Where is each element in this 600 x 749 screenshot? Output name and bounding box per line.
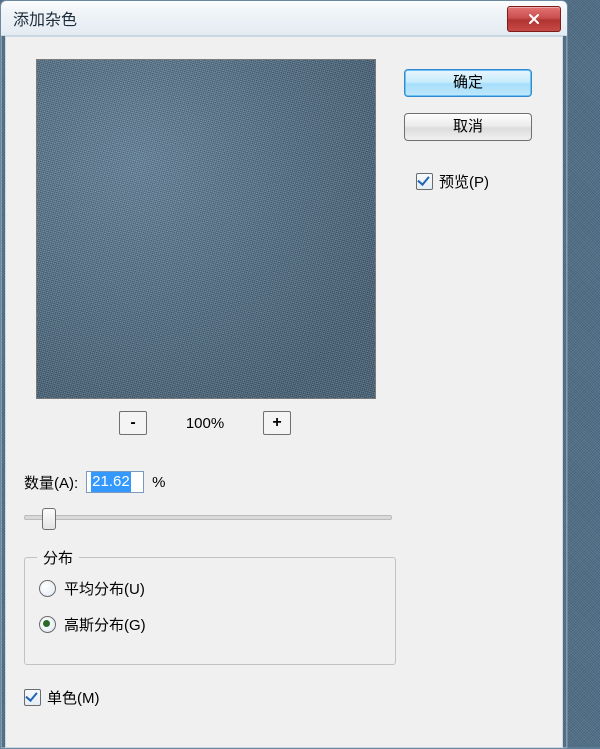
titlebar[interactable]: 添加杂色 (1, 1, 567, 36)
amount-unit: % (152, 474, 165, 491)
zoom-in-button[interactable]: + (263, 411, 291, 435)
gaussian-radio[interactable] (39, 616, 56, 633)
preview-checkbox-label: 预览(P) (439, 171, 489, 192)
cancel-button-label: 取消 (453, 118, 483, 135)
close-button[interactable] (507, 6, 561, 32)
amount-label: 数量(A): (24, 472, 78, 493)
monochrome-label: 单色(M) (47, 687, 100, 708)
add-noise-dialog: 添加杂色 - 100% + 确定 取消 预览(P) (0, 0, 568, 749)
slider-track (24, 515, 392, 520)
dialog-title: 添加杂色 (13, 6, 77, 30)
uniform-radio-label: 平均分布(U) (64, 578, 145, 599)
ok-button[interactable]: 确定 (404, 69, 532, 97)
preview-checkbox[interactable] (416, 173, 433, 190)
uniform-radio-row: 平均分布(U) (39, 578, 145, 599)
cancel-button[interactable]: 取消 (404, 113, 532, 141)
distribution-group: 分布 平均分布(U) 高斯分布(G) (24, 557, 396, 665)
monochrome-checkbox[interactable] (24, 689, 41, 706)
monochrome-row: 单色(M) (24, 687, 100, 708)
ok-button-label: 确定 (453, 74, 483, 91)
distribution-legend: 分布 (37, 547, 79, 568)
slider-thumb[interactable] (42, 508, 56, 530)
amount-row: 数量(A): 21.62 % (24, 471, 166, 493)
dialog-client-area: - 100% + 确定 取消 预览(P) 数量(A): 21.62 % (5, 36, 563, 748)
close-icon (528, 13, 540, 25)
gaussian-radio-row: 高斯分布(G) (39, 614, 146, 635)
minus-icon: - (130, 415, 135, 431)
gaussian-radio-label: 高斯分布(G) (64, 614, 146, 635)
zoom-level-label: 100% (175, 415, 235, 432)
uniform-radio[interactable] (39, 580, 56, 597)
amount-value: 21.62 (91, 472, 131, 492)
zoom-out-button[interactable]: - (119, 411, 147, 435)
plus-icon: + (272, 415, 281, 431)
preview-checkbox-row: 预览(P) (416, 171, 489, 192)
preview-image[interactable] (36, 59, 376, 399)
amount-slider[interactable] (24, 505, 392, 529)
amount-input[interactable]: 21.62 (86, 471, 144, 493)
zoom-controls: - 100% + (36, 409, 374, 437)
